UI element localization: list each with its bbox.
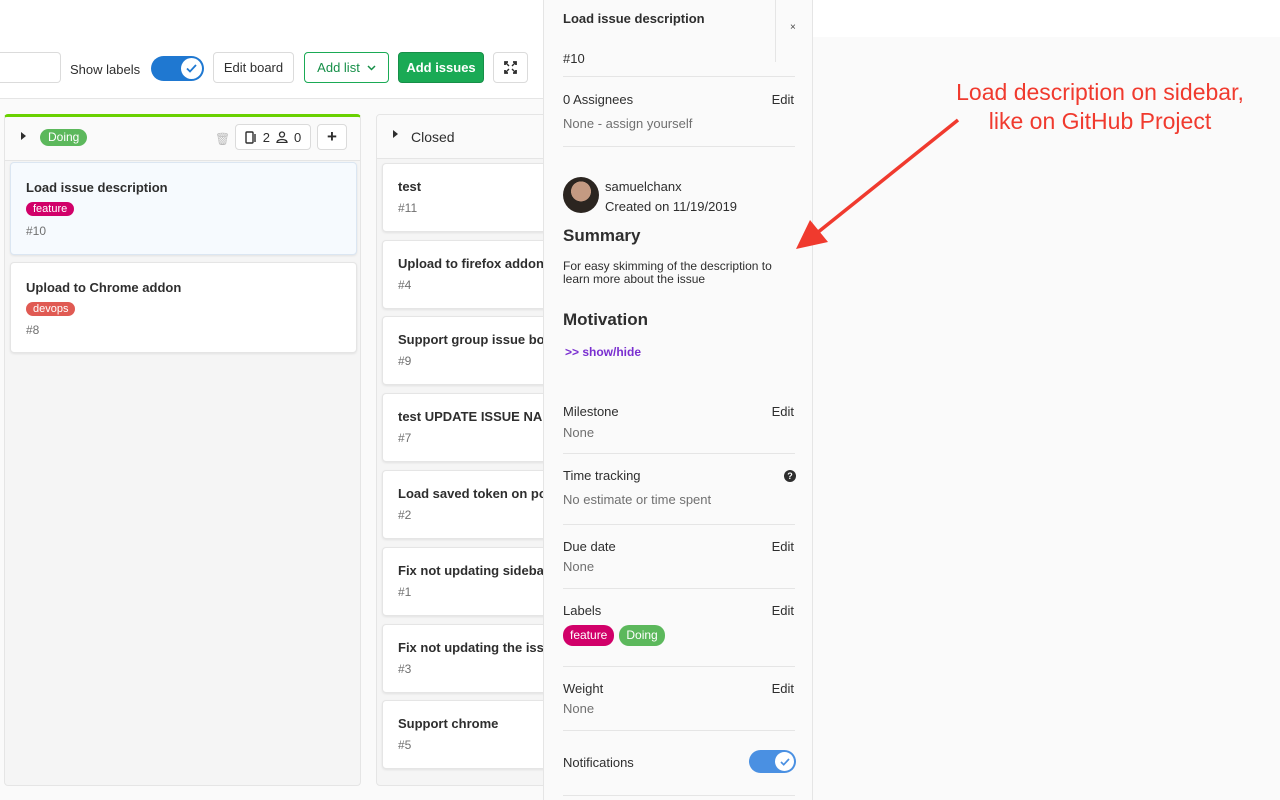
issue-card-number: #3 bbox=[398, 662, 412, 676]
assignees-none: None - bbox=[563, 116, 603, 131]
close-icon[interactable]: × bbox=[790, 22, 796, 33]
avatar bbox=[563, 177, 599, 213]
assign-yourself-link[interactable]: assign yourself bbox=[606, 116, 693, 131]
due-date-value: None bbox=[563, 559, 595, 574]
time-tracking-value: No estimate or time spent bbox=[563, 492, 712, 507]
add-list-button[interactable]: Add list bbox=[304, 52, 389, 83]
board-header-doing: Doing 🗑 2 0 + bbox=[5, 117, 360, 161]
issue-sidebar: Load issue description × #10 0 Assignees… bbox=[543, 0, 813, 800]
annotation-arrow-icon bbox=[796, 118, 960, 249]
issue-card-title: test bbox=[398, 179, 422, 194]
expand-icon bbox=[504, 61, 517, 74]
caret-right-icon[interactable] bbox=[393, 130, 398, 138]
board-list-doing: Doing 🗑 2 0 + Load issue description fea… bbox=[4, 114, 361, 786]
divider bbox=[563, 588, 795, 589]
assignees-edit-button[interactable]: Edit bbox=[772, 92, 794, 107]
annotation-text: Load description on sidebar, like on Git… bbox=[930, 78, 1270, 136]
assignee-count: 0 bbox=[294, 129, 302, 145]
due-date-label: Due date bbox=[563, 539, 616, 554]
labels-edit-button[interactable]: Edit bbox=[772, 603, 794, 618]
issue-card-title: Support chrome bbox=[398, 716, 499, 731]
divider bbox=[563, 524, 795, 525]
divider bbox=[563, 730, 795, 731]
issues-icon bbox=[245, 130, 256, 144]
sidebar-labels: feature Doing bbox=[563, 625, 665, 646]
notifications-toggle[interactable] bbox=[749, 750, 796, 773]
show-hide-toggle-link[interactable]: >> show/hide bbox=[565, 345, 641, 359]
issue-card-label: feature bbox=[26, 202, 75, 216]
caret-right-icon[interactable] bbox=[21, 132, 26, 140]
divider bbox=[563, 795, 795, 796]
weight-label: Weight bbox=[563, 681, 604, 696]
trash-icon[interactable]: 🗑 bbox=[215, 132, 230, 146]
milestone-edit-button[interactable]: Edit bbox=[772, 404, 794, 419]
label-doing[interactable]: Doing bbox=[619, 625, 665, 646]
add-issues-button[interactable]: Add issues bbox=[398, 52, 484, 83]
chevron-down-icon bbox=[367, 64, 376, 71]
user-icon bbox=[276, 131, 288, 143]
issue-card-title: Load issue description bbox=[26, 180, 168, 195]
issue-count-badge: 2 0 bbox=[235, 124, 311, 150]
divider bbox=[563, 76, 795, 77]
issue-card-number: #5 bbox=[398, 738, 412, 752]
divider bbox=[775, 0, 776, 62]
weight-edit-button[interactable]: Edit bbox=[772, 681, 794, 696]
label-feature[interactable]: feature bbox=[563, 625, 615, 646]
issue-card-title: Fix not updating the iss bbox=[398, 640, 544, 655]
board-toolbar: Show labels Edit board Add list Add issu… bbox=[0, 37, 544, 99]
check-icon bbox=[775, 752, 794, 771]
time-tracking-label: Time tracking bbox=[563, 468, 641, 483]
issue-card-number: #10 bbox=[26, 224, 47, 238]
edit-board-button[interactable]: Edit board bbox=[213, 52, 294, 83]
motivation-heading: Motivation bbox=[563, 310, 648, 329]
divider bbox=[563, 146, 795, 147]
issue-card-title: Upload to Chrome addon bbox=[26, 280, 182, 295]
assignees-label: 0 Assignees bbox=[563, 92, 634, 107]
divider bbox=[563, 453, 795, 454]
issue-card[interactable]: Upload to Chrome addon devops #8 bbox=[10, 262, 357, 353]
issue-card-number: #8 bbox=[26, 323, 40, 337]
issue-card-title: Support group issue bo bbox=[398, 332, 545, 347]
notifications-label: Notifications bbox=[563, 755, 634, 770]
annotation-line-1: Load description on sidebar, bbox=[956, 79, 1244, 105]
issue-card-number: #2 bbox=[398, 508, 412, 522]
show-labels-text: Show labels bbox=[70, 62, 141, 77]
issue-card-title: Load saved token on po bbox=[398, 486, 547, 501]
issue-card-number: #9 bbox=[398, 354, 412, 368]
issue-card-label: devops bbox=[26, 302, 76, 316]
board-title-closed: Closed bbox=[411, 129, 455, 145]
add-list-label: Add list bbox=[317, 60, 360, 75]
filter-search-input[interactable] bbox=[0, 52, 61, 83]
annotation-line-2: like on GitHub Project bbox=[988, 108, 1212, 134]
created-date: Created on 11/19/2019 bbox=[605, 199, 738, 214]
board-label-doing: Doing bbox=[40, 129, 88, 146]
weight-value: None bbox=[563, 701, 595, 716]
fullscreen-button[interactable] bbox=[493, 52, 528, 83]
labels-label: Labels bbox=[563, 603, 602, 618]
issue-card-number: #11 bbox=[398, 201, 418, 215]
summary-text: For easy skimming of the description to … bbox=[563, 259, 772, 286]
divider bbox=[563, 666, 795, 667]
issue-count: 2 bbox=[262, 129, 270, 145]
add-issue-to-list-button[interactable]: + bbox=[317, 124, 347, 150]
issue-card-title: Upload to firefox addon bbox=[398, 256, 544, 271]
issue-card-title: test UPDATE ISSUE NAI bbox=[398, 409, 546, 424]
issue-card-number: #4 bbox=[398, 278, 412, 292]
question-icon[interactable]: ? bbox=[784, 470, 796, 482]
issue-card-title: Fix not updating sideba bbox=[398, 563, 544, 578]
show-labels-toggle[interactable] bbox=[151, 56, 204, 81]
assignees-value: None - assign yourself bbox=[563, 116, 692, 131]
milestone-value: None bbox=[563, 425, 595, 440]
author-name: samuelchanx bbox=[605, 179, 682, 194]
issue-reference: #10 bbox=[563, 51, 585, 66]
sidebar-issue-title: Load issue description bbox=[563, 11, 705, 26]
issue-card-number: #7 bbox=[398, 431, 412, 445]
summary-heading: Summary bbox=[563, 226, 641, 245]
issue-card[interactable]: Load issue description feature #10 bbox=[10, 162, 357, 255]
due-date-edit-button[interactable]: Edit bbox=[772, 539, 794, 554]
check-icon bbox=[181, 58, 202, 79]
issue-card-number: #1 bbox=[398, 585, 412, 599]
milestone-label: Milestone bbox=[563, 404, 619, 419]
